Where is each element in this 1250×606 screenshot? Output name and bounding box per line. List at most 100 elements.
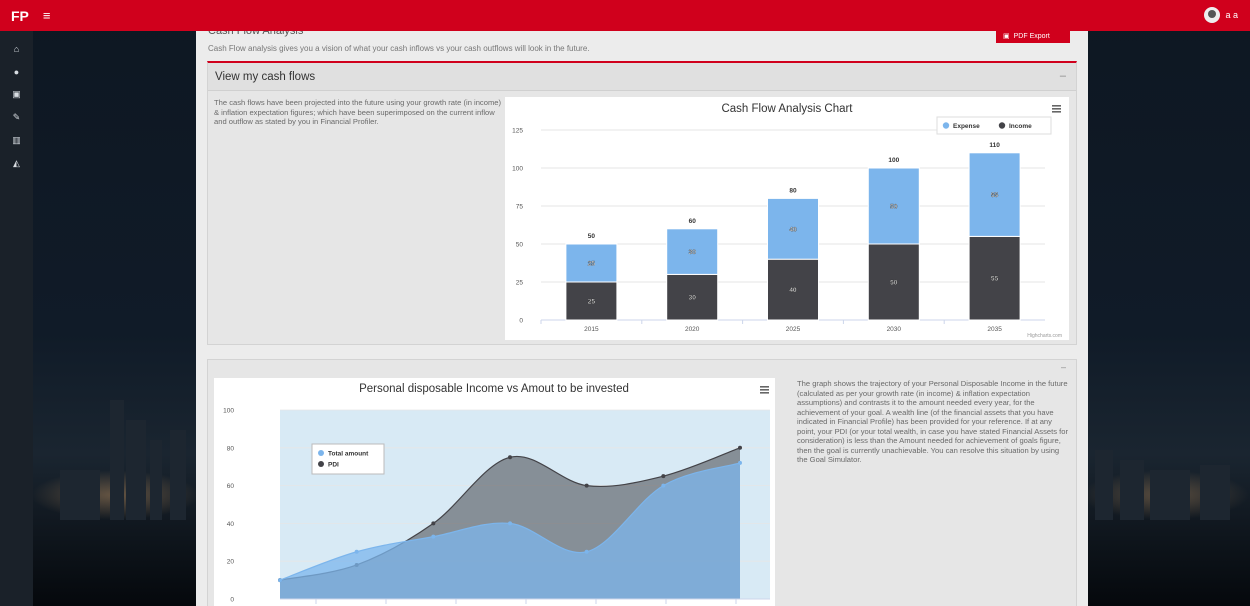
- x-tick-label: 2035: [987, 326, 1002, 333]
- avatar[interactable]: [1204, 7, 1221, 23]
- y-tick-label: 100: [223, 408, 234, 415]
- data-point: [431, 534, 436, 539]
- cashflow-description: The cash flows have been projected into …: [214, 98, 502, 126]
- collapse-icon[interactable]: –: [1061, 362, 1066, 372]
- tools-icon[interactable]: ✎: [0, 106, 33, 129]
- menu-line: [1052, 111, 1061, 113]
- y-tick-label: 20: [227, 559, 235, 566]
- data-point: [584, 483, 589, 488]
- chart-title: Cash Flow Analysis Chart: [721, 103, 853, 115]
- building: [170, 430, 186, 520]
- income-data-label: 55: [991, 276, 999, 283]
- cashflow-chart-svg: Cash Flow Analysis Chart 0 25 50 75 100 125 25 2…: [512, 103, 1062, 339]
- menu-line: [1052, 108, 1061, 110]
- intro-text: Cash Flow analysis gives you a vision of…: [208, 44, 590, 53]
- income-data-label: 40: [789, 287, 797, 294]
- data-point: [508, 455, 512, 460]
- total-label: 100: [888, 157, 899, 164]
- menu-line: [760, 389, 769, 391]
- bar-chart-icon[interactable]: ▥: [0, 129, 33, 152]
- legend-pdi-marker: [318, 461, 324, 467]
- cashflow-chart: Cash Flow Analysis Chart 0 25 50 75 100 125 25 2…: [505, 97, 1069, 340]
- y-tick-label: 125: [512, 128, 523, 135]
- top-bar: FP ≡ a a: [0, 0, 1250, 31]
- total-label: 110: [989, 142, 1000, 149]
- data-point: [354, 549, 359, 554]
- x-tick-label: 2020: [685, 326, 700, 333]
- data-point: [584, 549, 589, 554]
- cashflow-panel-header[interactable]: View my cash flows –: [208, 63, 1076, 91]
- expense-data-label: 50: [890, 204, 898, 211]
- income-data-label: 30: [689, 295, 697, 302]
- user-name[interactable]: a a: [1225, 10, 1238, 20]
- chart-menu-icon[interactable]: [1052, 105, 1061, 113]
- building: [1120, 460, 1144, 520]
- pdf-export-button[interactable]: ▣ PDF Export: [996, 29, 1070, 43]
- total-label: 80: [789, 187, 797, 194]
- growth-chart-icon[interactable]: ◭: [0, 152, 33, 175]
- y-tick-label: 80: [227, 445, 235, 452]
- menu-line: [760, 392, 769, 394]
- pdi-chart-svg: Personal disposable Income vs Amout to b…: [223, 383, 770, 604]
- legend-box: [311, 443, 385, 475]
- sidebar: ⌂ ● ▣ ✎ ▥ ◭: [0, 31, 33, 606]
- building: [110, 400, 124, 520]
- data-point: [278, 578, 282, 583]
- legend-total-marker: [318, 450, 324, 456]
- data-point: [661, 474, 666, 479]
- data-point: [431, 521, 436, 526]
- x-tick-label: 2015: [584, 326, 599, 333]
- building: [126, 420, 146, 520]
- chart-legend: Expense Income: [936, 116, 1052, 135]
- legend-total-label: Total amount: [328, 451, 369, 458]
- legend-pdi-label: PDI: [328, 462, 339, 469]
- building: [1200, 465, 1230, 520]
- x-tick-label: 2030: [887, 326, 902, 333]
- chart-menu-icon[interactable]: [760, 386, 769, 394]
- expense-data-label: 40: [789, 226, 797, 233]
- chart-credits: Highcharts.com: [1027, 333, 1062, 339]
- y-tick-label: 50: [516, 242, 524, 249]
- panel-title: View my cash flows: [215, 71, 316, 83]
- cashflow-panel: View my cash flows – The cash flows have…: [207, 61, 1077, 345]
- y-tick-label: 75: [516, 204, 524, 211]
- main-content: Cash Flow Analysis Cash Flow analysis gi…: [196, 25, 1088, 606]
- data-point: [738, 460, 742, 465]
- menu-icon[interactable]: ≡: [43, 8, 51, 23]
- data-point: [661, 483, 666, 488]
- building: [1095, 450, 1113, 520]
- chart-legend: Total amount PDI: [311, 443, 385, 475]
- legend-expense-marker: [942, 122, 950, 129]
- building: [60, 470, 100, 520]
- pdi-description: The graph shows the trajectory of your P…: [797, 379, 1068, 464]
- user-menu[interactable]: a a: [1204, 7, 1238, 23]
- collapse-icon[interactable]: –: [1060, 70, 1066, 82]
- pdf-export-label: PDF Export: [1013, 32, 1050, 40]
- data-point: [508, 521, 512, 526]
- y-tick-label: 40: [227, 521, 235, 528]
- y-tick-label: 60: [227, 483, 235, 490]
- y-tick-label: 25: [516, 280, 524, 287]
- menu-line: [760, 386, 769, 388]
- pdf-icon: ▣: [1003, 33, 1010, 40]
- document-icon[interactable]: ▣: [0, 83, 33, 106]
- y-tick-label: 0: [230, 597, 234, 604]
- total-label: 50: [588, 233, 596, 240]
- income-data-label: 50: [890, 280, 898, 287]
- legend-income-label: Income: [1009, 123, 1032, 130]
- y-tick-label: 100: [512, 166, 523, 173]
- app-logo[interactable]: FP: [11, 8, 29, 24]
- home-icon[interactable]: ⌂: [0, 37, 33, 60]
- user-icon[interactable]: ●: [0, 60, 33, 83]
- expense-data-label: 55: [991, 192, 999, 199]
- x-tick-label: 2025: [786, 326, 801, 333]
- pdi-chart: Personal disposable Income vs Amout to b…: [214, 378, 775, 606]
- income-data-label: 25: [588, 299, 596, 306]
- pdi-panel: – Personal disposable Income vs Amout to…: [207, 359, 1077, 606]
- data-point: [738, 445, 742, 450]
- building: [1150, 470, 1190, 520]
- legend-income-marker: [998, 122, 1006, 129]
- expense-data-label: 30: [689, 249, 697, 256]
- y-tick-label: 0: [519, 318, 523, 325]
- building: [150, 440, 162, 520]
